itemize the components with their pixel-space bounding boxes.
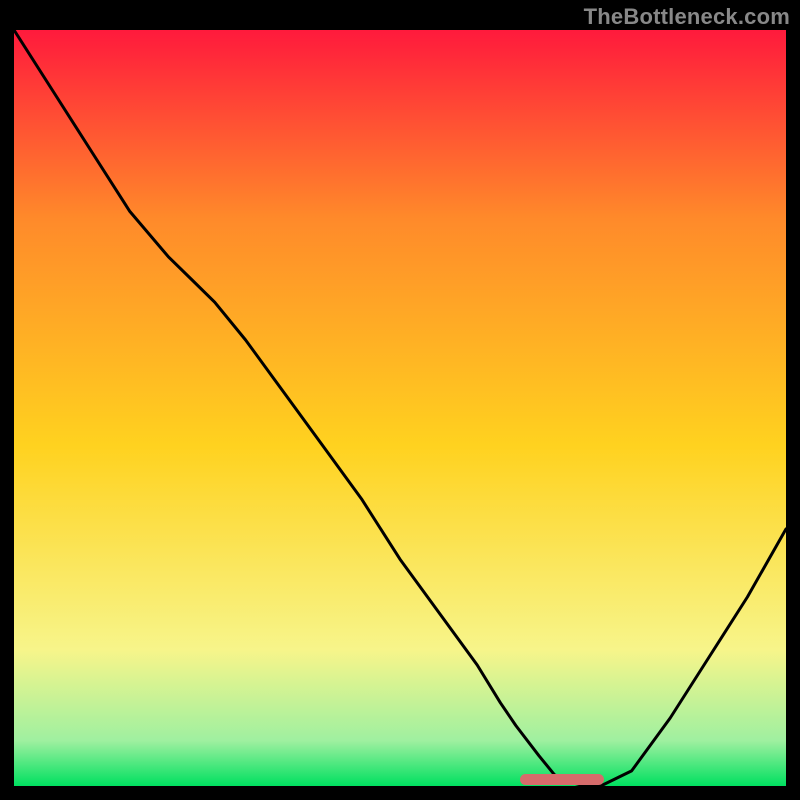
chart-svg bbox=[14, 30, 786, 786]
plot-area bbox=[14, 30, 786, 786]
chart-canvas: TheBottleneck.com bbox=[0, 0, 800, 800]
optimal-range-marker bbox=[520, 774, 604, 785]
gradient-background bbox=[14, 30, 786, 786]
watermark-text: TheBottleneck.com bbox=[584, 4, 790, 30]
